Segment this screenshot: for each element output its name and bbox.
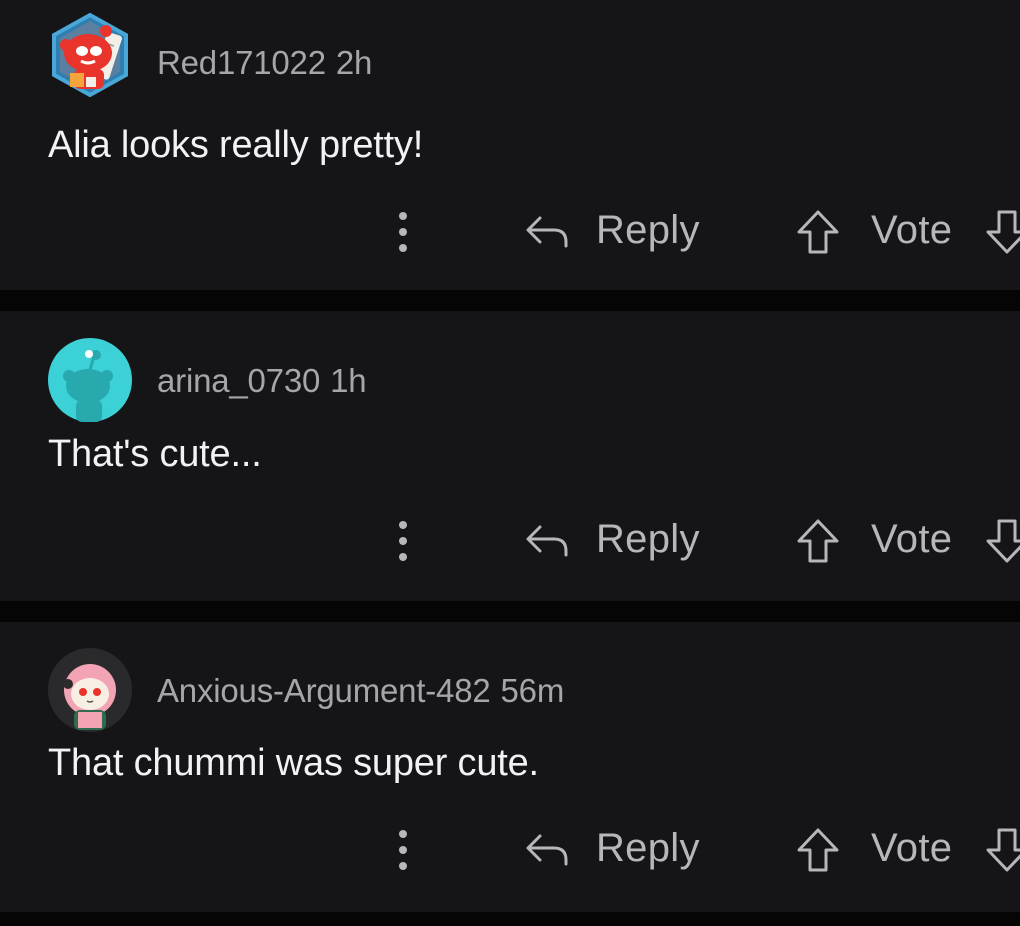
reply-button[interactable]: Reply: [596, 208, 700, 253]
reply-button[interactable]: Reply: [596, 826, 700, 871]
comment-text: Alia looks really pretty!: [48, 124, 424, 166]
vote-count: Vote: [871, 826, 953, 870]
downvote-arrow-icon[interactable]: [984, 208, 1020, 256]
downvote-arrow-icon[interactable]: [984, 826, 1020, 874]
comment-meta: Anxious-Argument-482 56m: [157, 672, 564, 710]
pink-hood-snoo-avatar-icon: [48, 648, 132, 732]
comment-card: Red171022 2h Alia looks really pretty! Re…: [0, 0, 1020, 290]
comment-card: Anxious-Argument-482 56m That chummi was …: [0, 622, 1020, 912]
comment-actions: Reply Vote: [0, 820, 1020, 880]
red-snoo-avatar-icon: [52, 13, 128, 97]
reply-arrow-icon[interactable]: [524, 521, 570, 561]
comment-actions: Reply Vote: [0, 511, 1020, 571]
default-snoo-avatar-icon: [48, 338, 132, 422]
reply-arrow-icon[interactable]: [524, 212, 570, 252]
upvote-arrow-icon[interactable]: [795, 208, 841, 256]
comment-feed: Red171022 2h Alia looks really pretty! Re…: [0, 0, 1020, 926]
timestamp: 2h: [335, 44, 373, 81]
username[interactable]: Red171022: [157, 44, 326, 81]
timestamp: 1h: [330, 362, 367, 399]
more-vertical-icon[interactable]: [392, 828, 414, 872]
comment-card: arina_0730 1h That's cute... Reply Vote: [0, 311, 1020, 601]
vote-count: Vote: [871, 517, 953, 561]
upvote-arrow-icon[interactable]: [795, 826, 841, 874]
username[interactable]: Anxious-Argument-482: [157, 672, 491, 709]
reply-button[interactable]: Reply: [596, 517, 700, 562]
avatar[interactable]: [48, 13, 132, 97]
more-vertical-icon[interactable]: [392, 210, 414, 254]
avatar[interactable]: [48, 338, 132, 422]
comment-meta: Red171022 2h: [157, 44, 372, 82]
downvote-arrow-icon[interactable]: [984, 517, 1020, 565]
comment-meta: arina_0730 1h: [157, 362, 367, 400]
upvote-arrow-icon[interactable]: [795, 517, 841, 565]
timestamp: 56m: [500, 672, 565, 709]
username[interactable]: arina_0730: [157, 362, 320, 399]
comment-actions: Reply Vote: [0, 202, 1020, 262]
comment-text: That chummi was super cute.: [48, 742, 539, 784]
comment-text: That's cute...: [48, 433, 262, 475]
avatar[interactable]: [48, 648, 132, 732]
reply-arrow-icon[interactable]: [524, 830, 570, 870]
vote-count: Vote: [871, 208, 953, 252]
more-vertical-icon[interactable]: [392, 519, 414, 563]
